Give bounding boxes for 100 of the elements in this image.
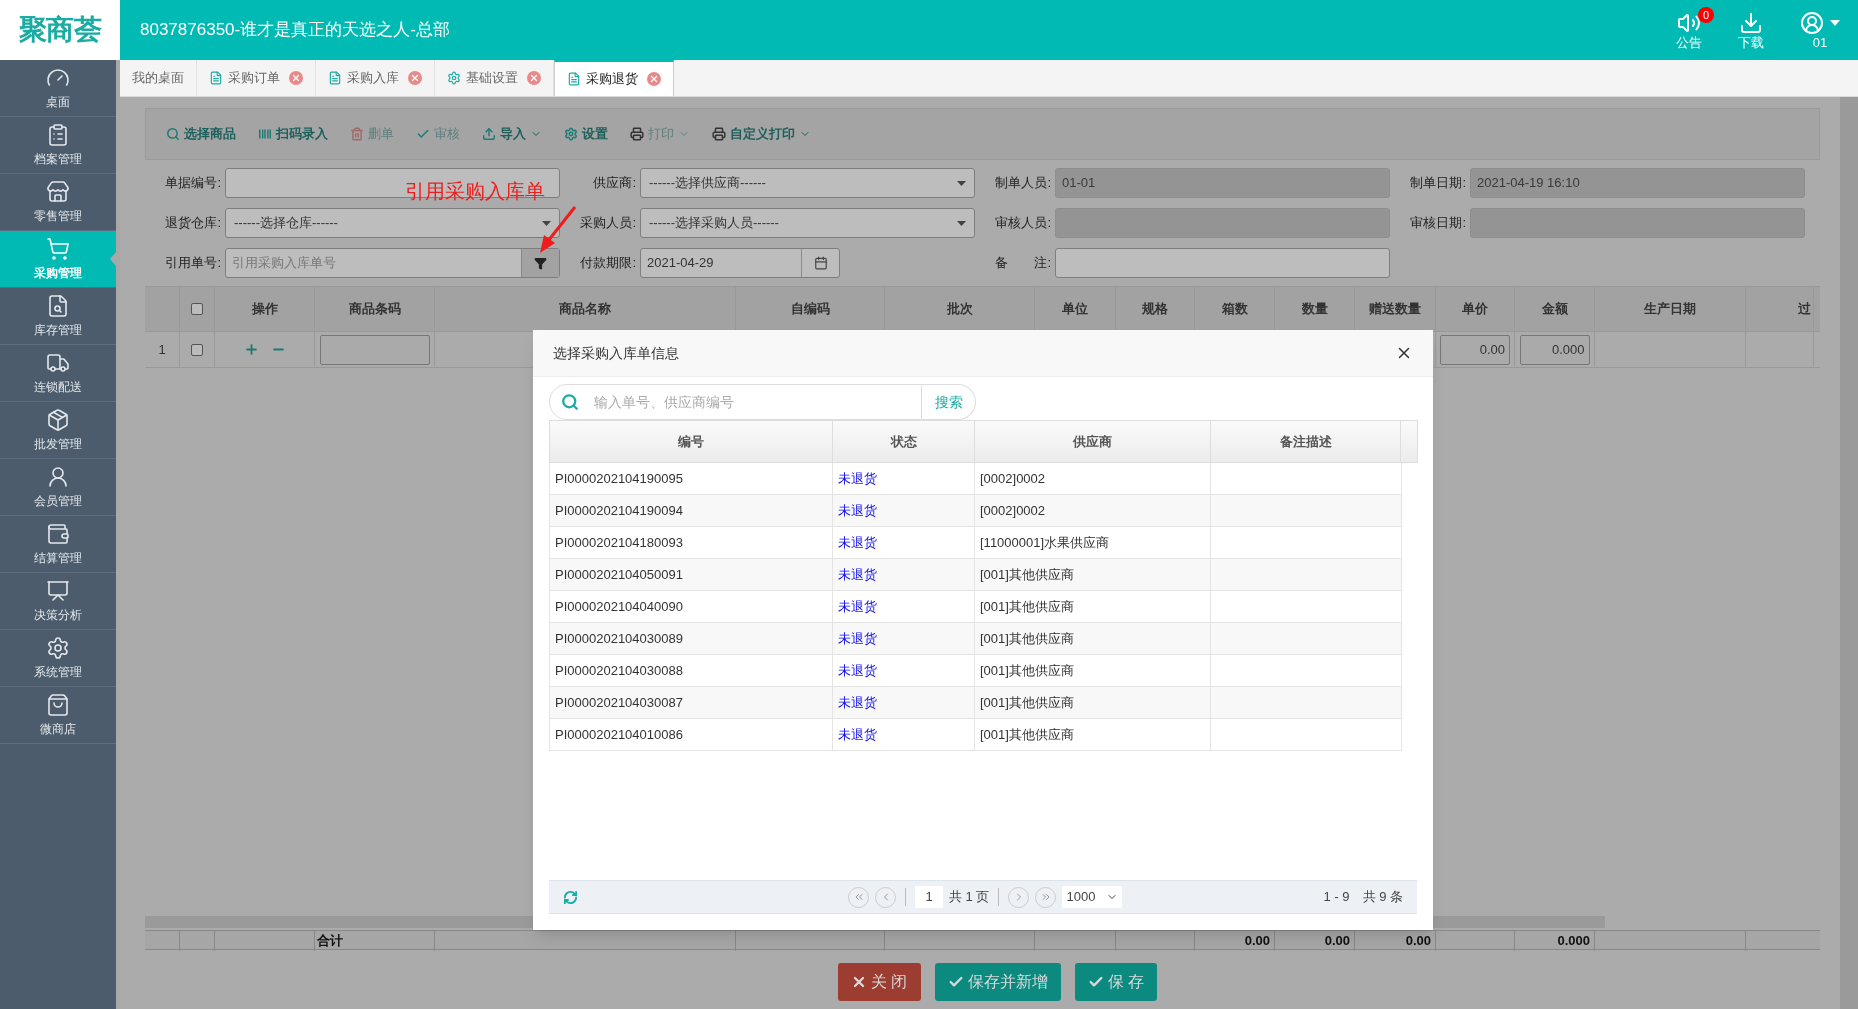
- page-count: 共 1 页: [949, 888, 990, 907]
- window-title: 8037876350-谁才是真正的天选之人-总部: [140, 19, 450, 42]
- trash-icon: [350, 127, 364, 141]
- table-cell-text: PI0000202104190094: [555, 501, 683, 520]
- table-cell-text: PI0000202104010086: [555, 725, 683, 744]
- cart-icon: [46, 236, 70, 261]
- search-icon: [561, 393, 579, 411]
- status-link[interactable]: 未退货: [838, 468, 877, 489]
- annotation-arrow: [538, 205, 578, 255]
- save-button[interactable]: 保 存: [1074, 963, 1157, 1001]
- dialog-title: 选择采购入库单信息: [553, 343, 679, 363]
- caret-icon: [542, 220, 551, 226]
- column-header: 操作: [251, 300, 278, 319]
- checkbox[interactable]: [191, 343, 203, 356]
- sidebar-item[interactable]: 批发管理: [0, 402, 116, 459]
- field-label: 付款期限:: [579, 254, 637, 273]
- page-size-select[interactable]: 1000: [1062, 886, 1123, 908]
- document-search-icon: [46, 293, 70, 318]
- save-button[interactable]: 保存并新增: [934, 963, 1061, 1001]
- sidebar-item[interactable]: 结算管理: [0, 516, 116, 573]
- field-label: 单据编号:: [164, 174, 222, 193]
- pointer-icon: [110, 252, 116, 266]
- caret-icon: [957, 180, 966, 186]
- field-label: 制单日期:: [1409, 174, 1467, 193]
- search-field[interactable]: 输入单号、供应商编号: [549, 384, 922, 420]
- table-cell-text: [001]其他供应商: [980, 725, 1074, 744]
- text-field[interactable]: 2021-04-19 16:10: [1470, 168, 1805, 198]
- date-field[interactable]: 2021-04-29: [640, 248, 840, 278]
- price-input[interactable]: 0.00: [1440, 334, 1510, 365]
- download-icon: [1739, 10, 1763, 35]
- column-header: 自编码: [790, 300, 830, 319]
- total-cell-text: 0.000: [1557, 932, 1590, 950]
- tab[interactable]: 采购订单: [197, 60, 316, 96]
- avatar-icon: [1800, 10, 1824, 35]
- column-header: 箱数: [1221, 300, 1248, 319]
- table-cell-text: [001]其他供应商: [980, 565, 1074, 584]
- sidebar-item[interactable]: 系统管理: [0, 630, 116, 687]
- table-cell-text: [001]其他供应商: [980, 597, 1074, 616]
- column-header: 生产日期: [1644, 300, 1696, 319]
- status-link[interactable]: 未退货: [838, 564, 877, 585]
- printer-icon: [630, 127, 644, 141]
- tab[interactable]: 我的桌面: [120, 60, 197, 96]
- status-link[interactable]: 未退货: [838, 692, 877, 713]
- text-field[interactable]: 01-01: [1055, 168, 1390, 198]
- toolbar-button[interactable]: 导入: [482, 124, 542, 144]
- reference-input[interactable]: 引用采购入库单号: [226, 253, 521, 273]
- sidebar-item[interactable]: 连锁配送: [0, 345, 116, 402]
- text-field[interactable]: [1055, 248, 1390, 278]
- select-field[interactable]: ------选择供应商------: [640, 168, 975, 198]
- table-cell-text: [0002]0002: [980, 501, 1046, 520]
- table-cell-text: PI0000202104030088: [555, 661, 683, 680]
- sidebar-item[interactable]: 会员管理: [0, 459, 116, 516]
- filter-button[interactable]: [521, 249, 559, 277]
- barcode-input[interactable]: [319, 334, 430, 365]
- close-button[interactable]: 关 闭: [838, 963, 921, 1001]
- toolbar-button[interactable]: 扫码录入: [258, 124, 328, 144]
- status-link[interactable]: 未退货: [838, 660, 877, 681]
- status-link[interactable]: 未退货: [838, 532, 877, 553]
- total-cell-text: 0.00: [1244, 932, 1270, 950]
- table-cell-text: PI0000202104030089: [555, 629, 683, 648]
- table-cell-text: PI0000202104030087: [555, 693, 683, 712]
- column-header: 赠送数量: [1369, 300, 1421, 319]
- document-icon: [567, 72, 581, 86]
- refresh-icon[interactable]: [563, 889, 578, 905]
- sidebar-item[interactable]: 决策分析: [0, 573, 116, 630]
- caret-icon: [957, 220, 966, 226]
- printer-icon: [712, 127, 726, 141]
- column-header: 商品名称: [559, 300, 611, 319]
- sidebar-item[interactable]: 微商店: [0, 687, 116, 744]
- sidebar-item[interactable]: 库存管理: [0, 288, 116, 345]
- table-cell-text: [0002]0002: [980, 469, 1046, 488]
- add-icon[interactable]: [243, 342, 259, 357]
- column-header: 过: [1798, 300, 1812, 319]
- sidebar-item[interactable]: 档案管理: [0, 117, 116, 174]
- column-header: 备注描述: [1279, 432, 1332, 451]
- field-label: 退货仓库:: [164, 214, 222, 233]
- status-link[interactable]: 未退货: [838, 596, 877, 617]
- search-icon: [166, 127, 180, 141]
- page-input[interactable]: 1: [915, 886, 943, 908]
- tab[interactable]: 采购退货: [554, 60, 674, 96]
- status-link[interactable]: 未退货: [838, 628, 877, 649]
- text-field[interactable]: [1470, 208, 1805, 238]
- field-label: 审核人员:: [994, 214, 1052, 233]
- text-field[interactable]: [1055, 208, 1390, 238]
- amount-input[interactable]: 0.000: [1519, 334, 1590, 365]
- select-field[interactable]: ------选择仓库------: [225, 208, 560, 238]
- status-link[interactable]: 未退货: [838, 500, 877, 521]
- checkbox[interactable]: [191, 303, 203, 315]
- lookup-field[interactable]: 引用采购入库单号: [225, 248, 560, 278]
- status-link[interactable]: 未退货: [838, 724, 877, 745]
- column-header: 编号: [678, 432, 704, 451]
- store-icon: [46, 179, 70, 204]
- select-field[interactable]: ------选择采购人员------: [640, 208, 975, 238]
- total-cell-text: 0.00: [1405, 932, 1431, 950]
- caret-icon: [1830, 19, 1840, 26]
- sidebar-item[interactable]: 桌面: [0, 60, 116, 117]
- field-label: 引用单号:: [164, 254, 222, 273]
- field-label: 制单人员:: [994, 174, 1052, 193]
- tab[interactable]: 采购入库: [316, 60, 435, 96]
- table-cell-text: PI0000202104050091: [555, 565, 683, 584]
